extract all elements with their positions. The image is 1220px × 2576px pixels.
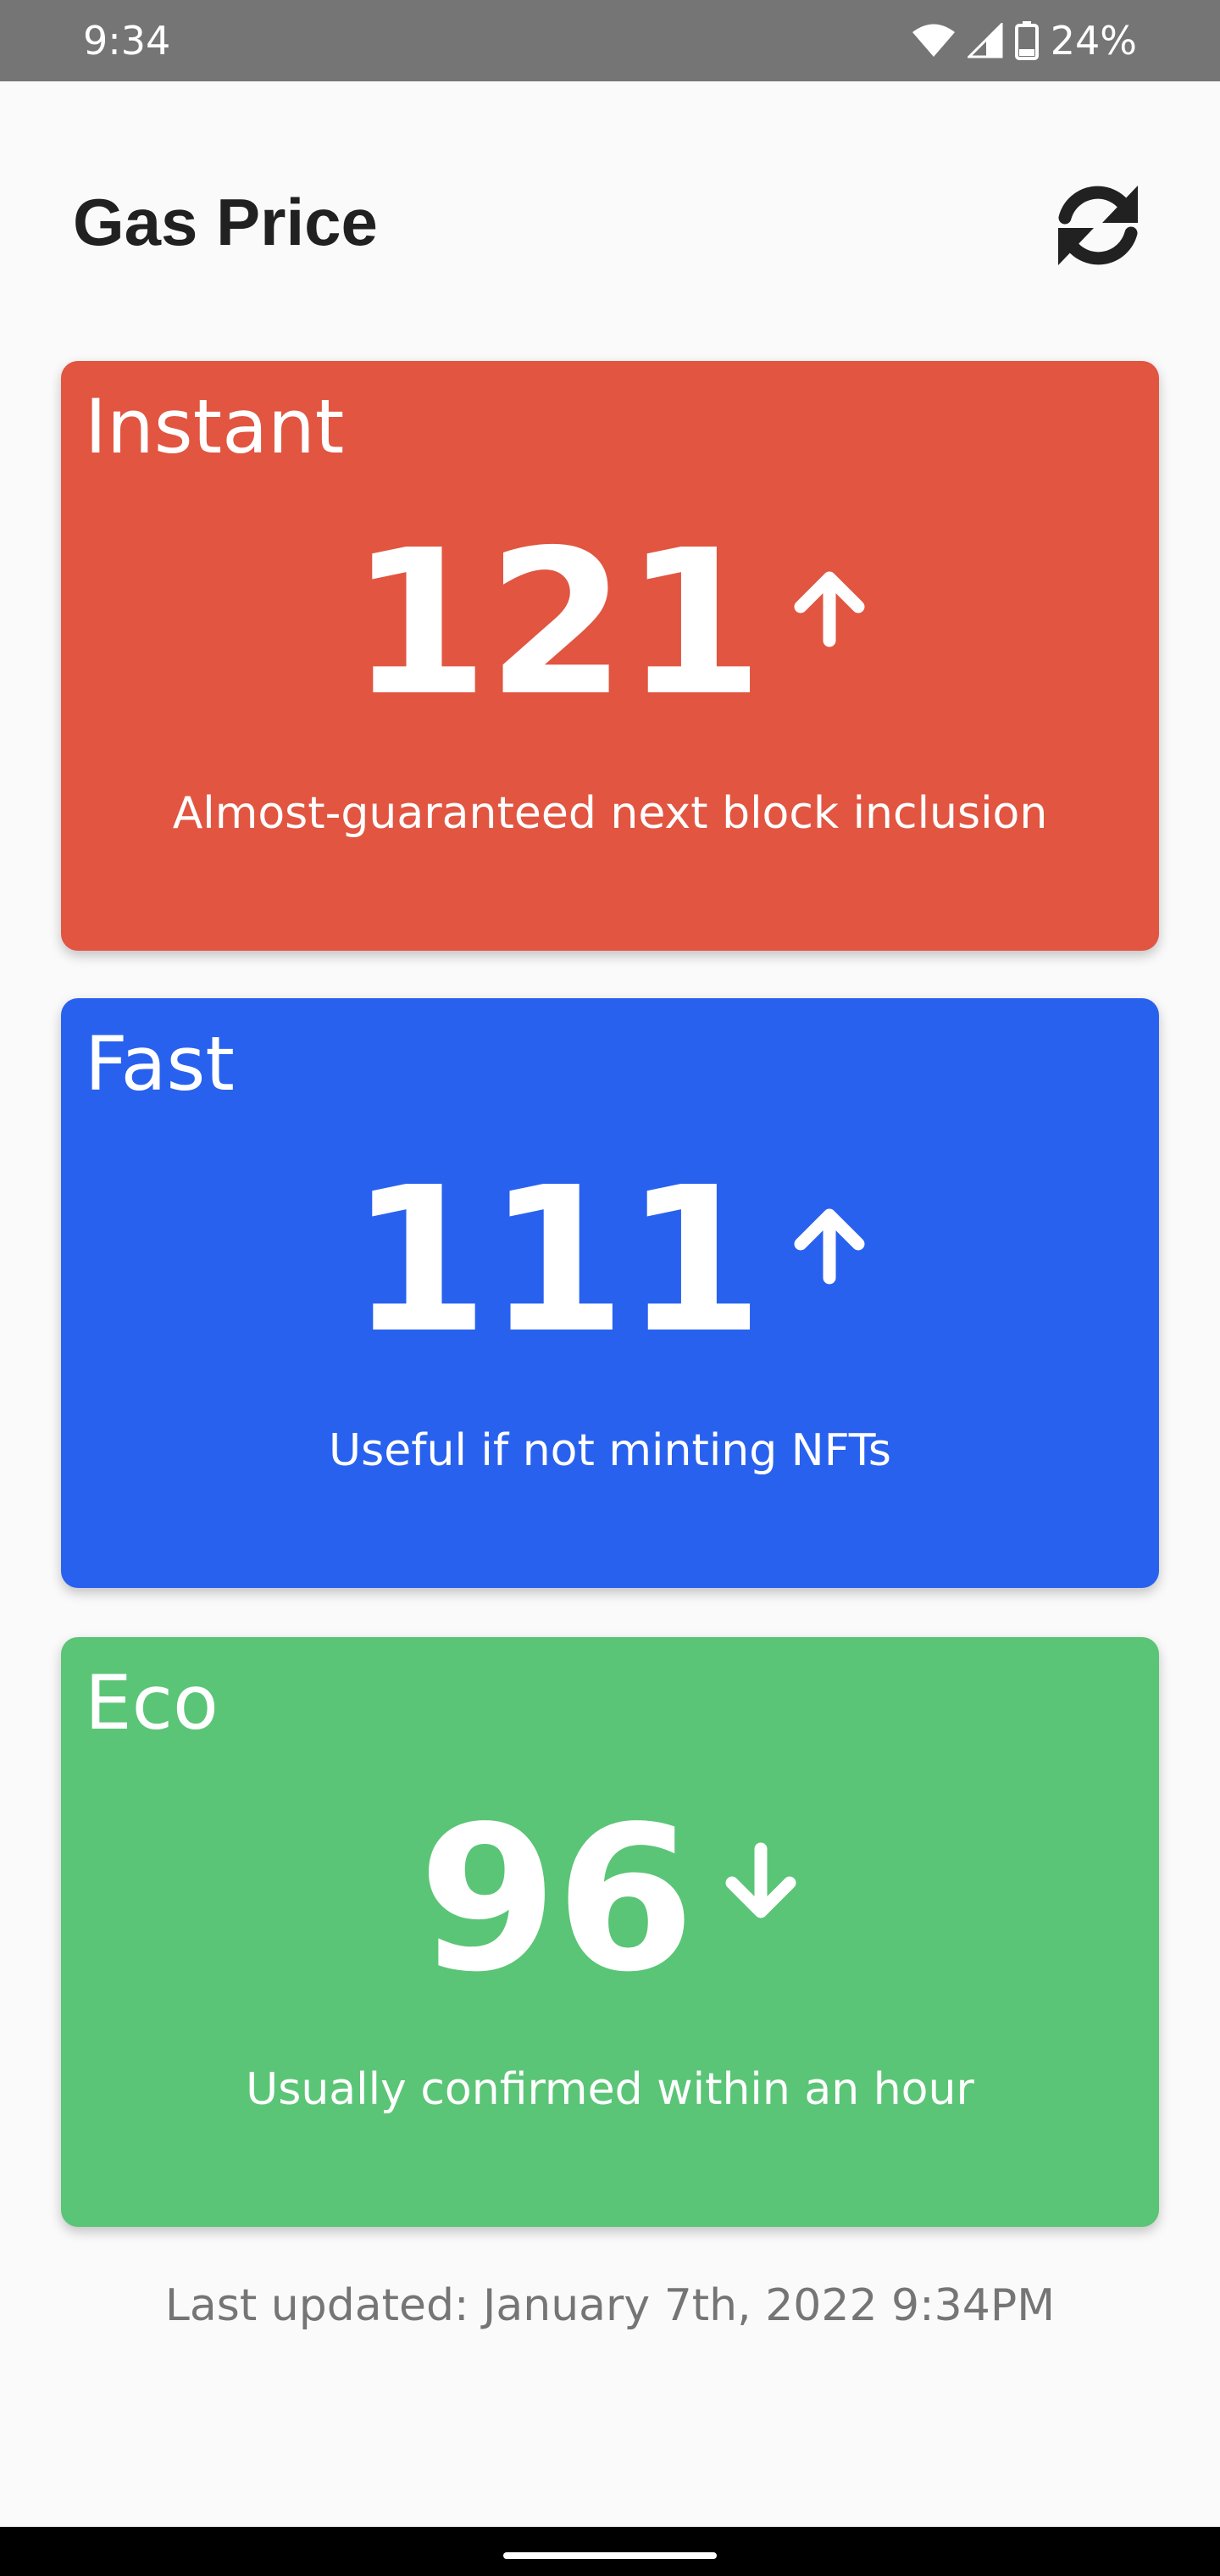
- page-title: Gas Price: [73, 185, 378, 259]
- status-time: 9:34: [83, 18, 171, 64]
- card-instant[interactable]: Instant 121 Almost-guaranteed next block…: [61, 361, 1159, 951]
- refresh-button[interactable]: [1047, 175, 1149, 276]
- gas-price-value: 111: [349, 1144, 764, 1377]
- status-icons: 24%: [912, 15, 1137, 66]
- card-description: Useful if not minting NFTs: [329, 1425, 891, 1476]
- arrow-down-icon: [725, 1842, 796, 1918]
- wifi-icon: [912, 24, 955, 57]
- gas-price-value: 96: [418, 1783, 695, 2016]
- card-label: Eco: [85, 1659, 219, 1746]
- refresh-icon: [1058, 186, 1138, 265]
- home-gesture-handle[interactable]: [503, 2552, 717, 2559]
- navigation-bar: [0, 2527, 1220, 2576]
- battery-percentage: 24%: [1050, 18, 1137, 64]
- status-bar: 9:34 24%: [0, 0, 1220, 81]
- price-row: 121: [61, 522, 1159, 725]
- battery-icon: [1014, 21, 1039, 60]
- card-eco[interactable]: Eco 96 Usually confirmed within an hour: [61, 1637, 1159, 2227]
- price-row: 111: [61, 1159, 1159, 1363]
- card-fast[interactable]: Fast 111 Useful if not minting NFTs: [61, 998, 1159, 1588]
- card-label: Instant: [85, 383, 345, 470]
- last-updated-text: Last updated: January 7th, 2022 9:34PM: [164, 2280, 1056, 2331]
- gas-price-value: 121: [349, 507, 764, 740]
- arrow-up-icon: [794, 571, 865, 647]
- price-row: 96: [61, 1798, 1159, 2001]
- card-label: Fast: [85, 1020, 235, 1108]
- card-description: Almost-guaranteed next block inclusion: [172, 788, 1048, 839]
- card-description: Usually confirmed within an hour: [246, 2064, 974, 2115]
- arrow-up-icon: [794, 1208, 865, 1285]
- signal-icon: [967, 23, 1003, 58]
